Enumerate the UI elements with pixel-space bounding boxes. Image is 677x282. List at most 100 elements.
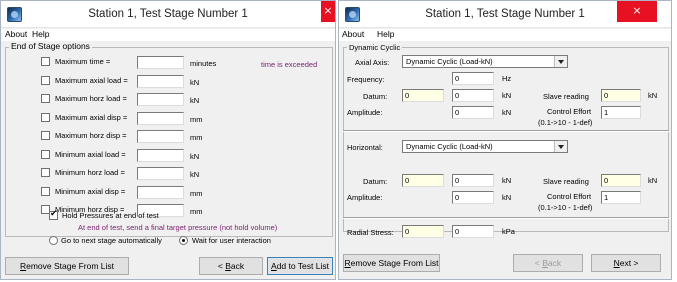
radial-stress-field[interactable]: 0 — [452, 225, 494, 238]
option-checkbox[interactable] — [41, 57, 50, 66]
axial-datum-current: 0 — [402, 89, 444, 102]
frequency-unit: Hz — [502, 74, 512, 83]
option-label: Maximum horz load = — [55, 94, 127, 103]
option-value-field[interactable] — [137, 167, 184, 180]
option-unit: minutes — [190, 59, 217, 68]
option-checkbox[interactable] — [41, 94, 50, 103]
hold-pressures-label: Hold Pressures at end of test — [62, 211, 159, 220]
group-title: End of Stage options — [9, 41, 92, 51]
chevron-down-icon — [554, 141, 567, 152]
horz-datum-label: Datum: — [363, 177, 388, 186]
option-unit: mm — [190, 207, 203, 216]
option-unit: mm — [190, 133, 203, 142]
axial-slave-label: Slave reading — [543, 92, 589, 101]
option-label: Minimum axial load = — [55, 150, 126, 159]
axial-effort-label: Control Effort — [547, 107, 592, 116]
option-unit: kN — [190, 152, 200, 161]
divider — [343, 217, 669, 219]
option-unit: kN — [190, 96, 200, 105]
option-value-field[interactable] — [137, 130, 184, 143]
frequency-label: Frequency: — [347, 75, 385, 84]
option-label: Minimum horz load = — [55, 168, 125, 177]
option-checkbox[interactable] — [41, 113, 50, 122]
axial-effort-field[interactable]: 1 — [601, 106, 641, 119]
option-label: Minimum axial disp = — [55, 187, 126, 196]
end-of-stage-window: Station 1, Test Stage Number 1 × About H… — [0, 0, 336, 280]
axial-effort-range: (0.1->10 - 1-def) — [538, 118, 593, 127]
axial-slave-field: 0 — [601, 89, 641, 102]
group-title: Dynamic Cyclic — [347, 43, 403, 52]
option-unit: kN — [190, 78, 200, 87]
horz-amplitude-field[interactable]: 0 — [452, 191, 494, 204]
back-button[interactable]: < Back — [199, 257, 263, 275]
radial-stress-label: Radial Stress: — [347, 228, 394, 237]
menu-bar: About Help — [339, 29, 671, 41]
horz-slave-unit: kN — [648, 176, 658, 185]
option-checkbox[interactable] — [41, 76, 50, 85]
option-value-field[interactable] — [137, 186, 184, 199]
horz-slave-field: 0 — [601, 174, 641, 187]
title-bar[interactable]: Station 1, Test Stage Number 1 × — [339, 1, 671, 28]
option-checkbox[interactable] — [41, 168, 50, 177]
option-label: Maximum axial disp = — [55, 113, 128, 122]
radial-stress-current: 0 — [402, 225, 444, 238]
option-value-field[interactable] — [137, 112, 184, 125]
axial-amplitude-unit: kN — [502, 108, 512, 117]
remove-stage-button[interactable]: Remove Stage From List — [5, 257, 129, 275]
horizontal-select[interactable]: Dynamic Cyclic (Load-kN) — [402, 140, 568, 153]
option-checkbox[interactable] — [41, 131, 50, 140]
axial-slave-unit: kN — [648, 91, 658, 100]
option-unit: mm — [190, 189, 203, 198]
hold-note: At end of test, send a final target pres… — [78, 223, 278, 232]
add-to-test-list-button[interactable]: Add to Test List — [267, 257, 333, 275]
frequency-field[interactable]: 0 — [452, 72, 494, 85]
horz-effort-range: (0.1->10 - 1-def) — [538, 203, 593, 212]
option-checkbox[interactable] — [41, 150, 50, 159]
remove-stage-button[interactable]: Remove Stage From List — [343, 254, 440, 272]
option-value-field[interactable] — [137, 149, 184, 162]
horz-datum-current: 0 — [402, 174, 444, 187]
radial-stress-unit: kPa — [502, 227, 515, 236]
menu-help[interactable]: Help — [32, 29, 49, 39]
horz-datum-unit: kN — [502, 176, 512, 185]
menu-help[interactable]: Help — [377, 29, 394, 39]
back-button[interactable]: < Back — [513, 254, 583, 272]
radio-next-stage-label: Go to next stage automatically — [61, 236, 162, 245]
option-value-field[interactable] — [137, 56, 184, 69]
option-label: Maximum horz disp = — [55, 131, 127, 140]
hold-pressures-checkbox[interactable] — [49, 209, 58, 220]
option-value-field[interactable] — [137, 75, 184, 88]
divider — [343, 130, 669, 132]
axial-datum-field[interactable]: 0 — [452, 89, 494, 102]
title-bar[interactable]: Station 1, Test Stage Number 1 × — [1, 1, 335, 28]
horz-amplitude-label: Amplitude: — [347, 193, 383, 202]
horz-effort-field[interactable]: 1 — [601, 191, 641, 204]
radio-wait-user-label: Wait for user interaction — [192, 236, 271, 245]
axial-datum-label: Datum: — [363, 92, 388, 101]
axial-datum-unit: kN — [502, 91, 512, 100]
exceeded-note: time is exceeded — [261, 60, 318, 69]
option-unit: mm — [190, 115, 203, 124]
dynamic-cyclic-window: Station 1, Test Stage Number 1 × About H… — [338, 0, 672, 280]
window-title: Station 1, Test Stage Number 1 — [88, 8, 248, 20]
horz-datum-field[interactable]: 0 — [452, 174, 494, 187]
next-button[interactable]: Next > — [591, 254, 661, 272]
close-button[interactable]: × — [321, 1, 335, 22]
option-value-field[interactable] — [137, 93, 184, 106]
menu-about[interactable]: About — [342, 29, 364, 39]
option-checkbox[interactable] — [41, 187, 50, 196]
horz-slave-label: Slave reading — [543, 177, 589, 186]
menu-bar: About Help — [1, 29, 335, 41]
horz-effort-label: Control Effort — [547, 192, 592, 201]
horizontal-label: Horizontal: — [347, 143, 383, 152]
close-button[interactable]: × — [617, 1, 657, 22]
option-label: Maximum time = — [55, 57, 111, 66]
axial-axis-label: Axial Axis: — [355, 58, 390, 67]
axial-amplitude-field[interactable]: 0 — [452, 106, 494, 119]
menu-about[interactable]: About — [5, 29, 27, 39]
horz-amplitude-unit: kN — [502, 193, 512, 202]
option-unit: kN — [190, 170, 200, 179]
radio-wait-user[interactable] — [179, 236, 188, 245]
radio-next-stage[interactable] — [49, 236, 58, 245]
axial-axis-select[interactable]: Dynamic Cyclic (Load-kN) — [402, 55, 568, 68]
